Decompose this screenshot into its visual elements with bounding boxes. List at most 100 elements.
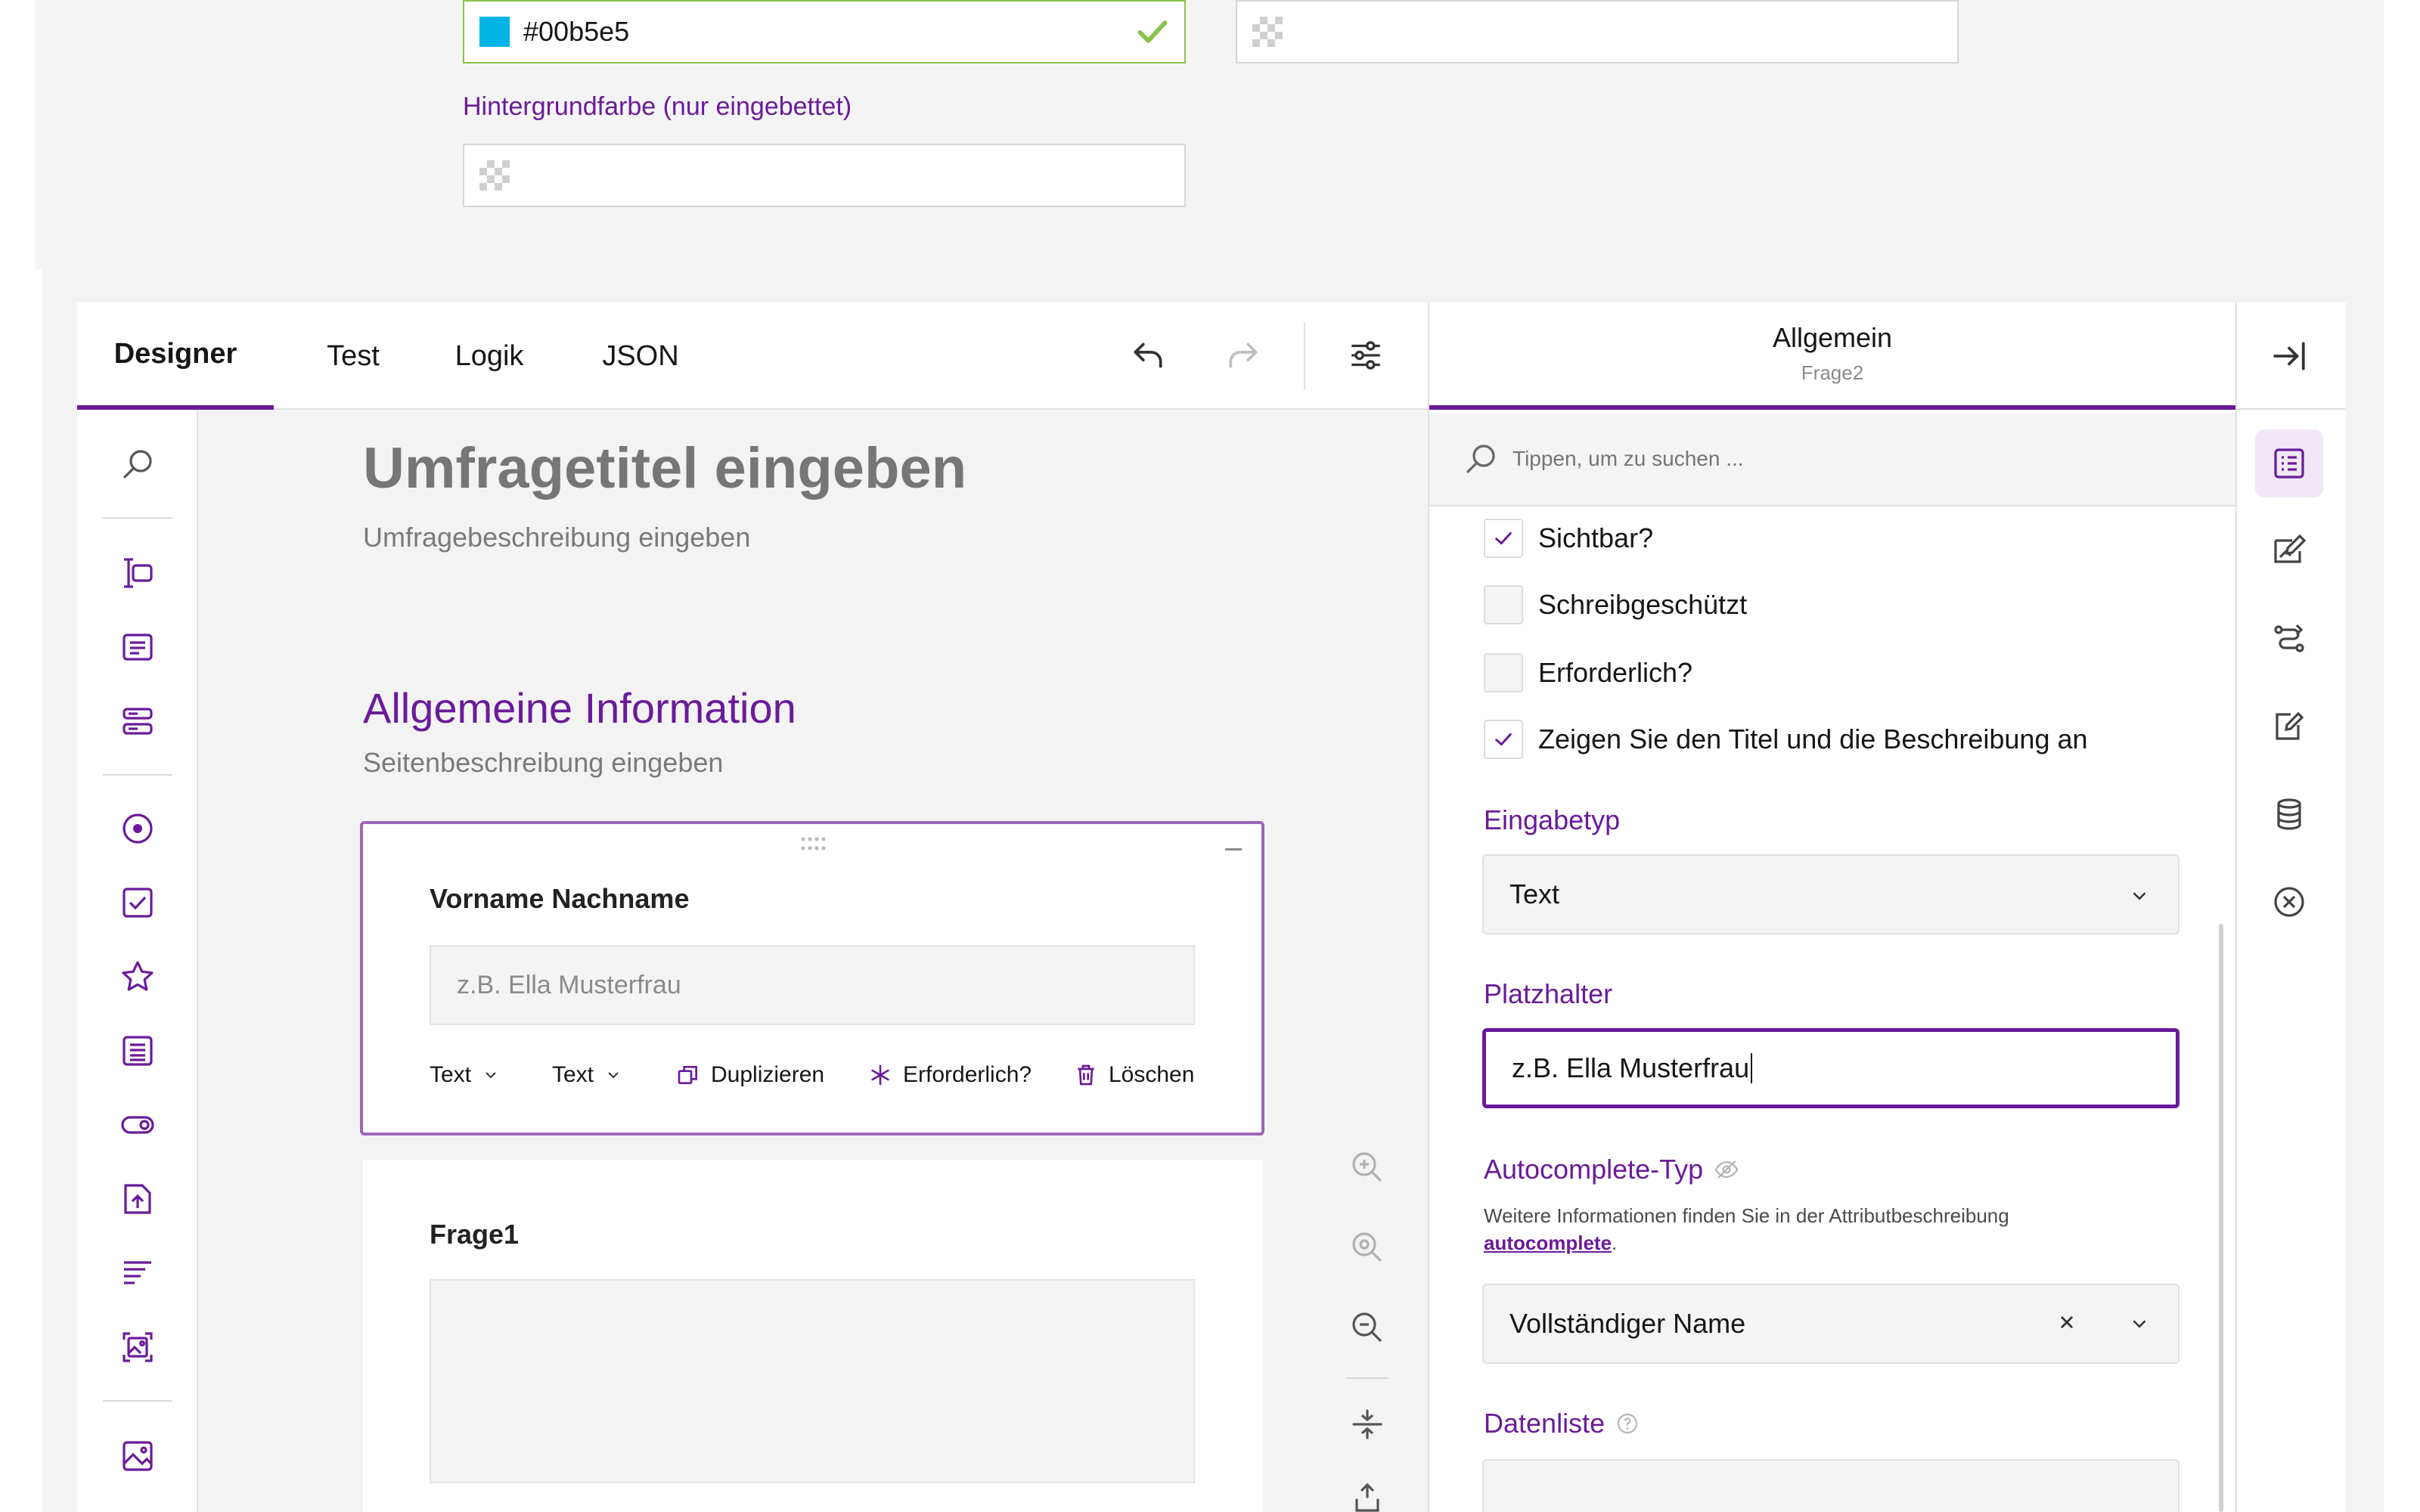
theme-settings-panel	[35, 0, 2384, 269]
logic-properties-icon[interactable]	[2255, 605, 2323, 673]
input-type-label: Eingabetyp	[1484, 804, 1621, 835]
tab-json[interactable]: JSON	[576, 302, 705, 410]
autocomplete-select[interactable]: Vollständiger Name	[1482, 1284, 2180, 1364]
secondary-color-field[interactable]	[1236, 0, 1959, 64]
primary-color-field[interactable]: #00b5e5	[463, 0, 1186, 64]
show-title-checkbox[interactable]	[1484, 720, 1523, 759]
text-input-icon[interactable]	[116, 552, 159, 594]
check-icon	[1495, 733, 1512, 746]
input-type-value: Text	[1509, 878, 1560, 909]
ranking-icon[interactable]	[116, 1252, 159, 1294]
expand-all-icon[interactable]	[1343, 1474, 1392, 1512]
sliders-icon[interactable]	[1343, 333, 1388, 378]
background-color-label: Hintergrundfarbe (nur eingebettet)	[463, 92, 852, 121]
redo-icon[interactable]	[1221, 333, 1266, 378]
general-properties-icon[interactable]	[2255, 429, 2323, 497]
zoom-reset-icon[interactable]	[1343, 1223, 1392, 1272]
zoom-out-icon[interactable]	[1343, 1303, 1392, 1352]
delete-label: Löschen	[1109, 1062, 1195, 1087]
zoom-separator	[1346, 1377, 1388, 1379]
chevron-down-icon	[482, 1066, 500, 1084]
comment-icon[interactable]	[116, 626, 159, 668]
question-text-input[interactable]: z.B. Ella Musterfrau	[430, 945, 1195, 1025]
question-title[interactable]: Frage1	[430, 1219, 519, 1250]
tab-test[interactable]: Test	[296, 302, 410, 410]
duplicate-button[interactable]: Duplizieren	[676, 1062, 824, 1088]
placeholder-input[interactable]: z.B. Ella Musterfrau	[1482, 1028, 2180, 1108]
visible-checkbox-row[interactable]: Sichtbar?	[1484, 519, 1653, 558]
primary-color-swatch[interactable]	[479, 17, 510, 47]
data-properties-icon[interactable]	[2255, 780, 2323, 848]
property-grid-header: Allgemein Frage2	[1429, 302, 2235, 410]
chevron-down-icon	[604, 1066, 622, 1084]
question-title[interactable]: Vorname Nachname	[430, 883, 689, 915]
trash-icon	[1074, 1063, 1098, 1087]
survey-description[interactable]: Umfragebeschreibung eingeben	[363, 522, 750, 553]
side-tab-divider	[2235, 408, 2346, 410]
collapse-panel-icon[interactable]	[2255, 322, 2323, 390]
delete-button[interactable]: Löschen	[1074, 1062, 1194, 1088]
dropdown-list-icon[interactable]	[116, 1030, 159, 1072]
property-grid-scrollbar[interactable]	[2219, 924, 2223, 1512]
autocomplete-link[interactable]: autocomplete	[1484, 1232, 1612, 1254]
placeholder-value: z.B. Ella Musterfrau	[1512, 1052, 1750, 1083]
asterisk-icon	[868, 1063, 892, 1087]
survey-title[interactable]: Umfragetitel eingeben	[363, 435, 966, 501]
multiple-text-icon[interactable]	[116, 700, 159, 742]
validation-properties-icon[interactable]	[2255, 692, 2323, 761]
page-title[interactable]: Allgemeine Information	[363, 683, 796, 733]
rating-star-icon[interactable]	[116, 956, 159, 998]
undo-icon[interactable]	[1125, 333, 1171, 378]
drag-handle-icon[interactable]	[800, 836, 826, 853]
transparent-swatch-icon[interactable]	[479, 160, 510, 191]
collapse-icon[interactable]	[1225, 848, 1242, 850]
file-upload-icon[interactable]	[116, 1178, 159, 1220]
input-type-select[interactable]: Text	[1482, 854, 2180, 934]
duplicate-icon	[676, 1063, 700, 1087]
datalist-label: Datenliste	[1484, 1408, 1606, 1439]
required-button[interactable]: Erforderlich?	[868, 1062, 1032, 1088]
datalist-input[interactable]	[1482, 1459, 2180, 1512]
chevron-down-icon	[2128, 885, 2151, 907]
visible-checkbox[interactable]	[1484, 519, 1523, 558]
search-icon	[1463, 441, 1499, 477]
question-comment-input[interactable]	[430, 1279, 1195, 1483]
required-checkbox-row[interactable]: Erforderlich?	[1484, 653, 1692, 692]
image-picker-icon[interactable]	[116, 1326, 159, 1368]
primary-color-value: #00b5e5	[523, 16, 630, 47]
boolean-toggle-icon[interactable]	[116, 1104, 159, 1146]
required-label: Erforderlich?	[1538, 657, 1693, 688]
page-description[interactable]: Seitenbeschreibung eingeben	[363, 747, 723, 779]
duplicate-label: Duplizieren	[711, 1062, 825, 1087]
required-checkbox[interactable]	[1484, 653, 1523, 692]
required-label: Erforderlich?	[903, 1062, 1032, 1087]
zoom-in-icon[interactable]	[1343, 1143, 1392, 1191]
readonly-checkbox[interactable]	[1484, 585, 1523, 624]
transparent-swatch-icon[interactable]	[1252, 17, 1283, 47]
collapse-all-icon[interactable]	[1343, 1400, 1392, 1448]
input-type-dropdown[interactable]: Text	[552, 1062, 622, 1088]
readonly-checkbox-row[interactable]: Schreibgeschützt	[1484, 585, 1747, 624]
radio-group-icon[interactable]	[116, 807, 159, 850]
help-icon[interactable]	[1615, 1411, 1640, 1436]
property-search-input[interactable]	[1512, 447, 2118, 471]
selected-element-name: Frage2	[1801, 361, 1864, 384]
background-color-field[interactable]	[463, 144, 1186, 207]
question-type-dropdown[interactable]: Text	[430, 1062, 500, 1088]
checkbox-icon[interactable]	[116, 881, 159, 924]
eye-off-icon[interactable]	[1714, 1157, 1739, 1182]
autocomplete-value: Vollständiger Name	[1509, 1308, 1746, 1339]
search-icon[interactable]	[116, 443, 159, 485]
image-icon[interactable]	[116, 1435, 159, 1477]
close-circle-icon[interactable]	[2255, 868, 2323, 936]
show-title-checkbox-row[interactable]: Zeigen Sie den Titel und die Beschreibun…	[1484, 720, 2088, 759]
chevron-down-icon	[2128, 1312, 2151, 1335]
design-properties-icon[interactable]	[2255, 517, 2323, 585]
property-search[interactable]	[1429, 413, 2235, 507]
clear-icon[interactable]	[2055, 1311, 2078, 1334]
tab-logic[interactable]: Logik	[433, 302, 546, 410]
toolbar-divider	[1304, 322, 1305, 390]
question-type-label: Text	[430, 1062, 472, 1087]
tab-designer[interactable]: Designer	[77, 302, 274, 410]
readonly-label: Schreibgeschützt	[1538, 589, 1748, 620]
